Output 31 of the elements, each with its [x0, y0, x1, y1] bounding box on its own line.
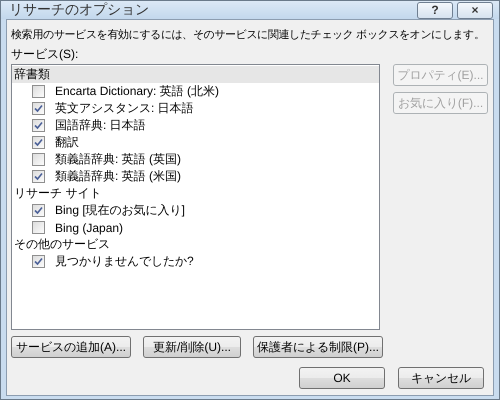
- services-label: サービス(S):: [11, 46, 80, 63]
- checkbox[interactable]: [32, 119, 45, 132]
- service-label: Bing (Japan): [55, 220, 124, 234]
- checkbox[interactable]: [32, 153, 45, 166]
- parental-control-button[interactable]: 保護者による制限(P)...: [253, 336, 383, 358]
- checkbox[interactable]: [32, 255, 45, 268]
- window-title: リサーチのオプション: [9, 1, 149, 19]
- group-header[interactable]: 辞書類: [12, 66, 379, 83]
- cancel-button[interactable]: キャンセル: [398, 367, 484, 389]
- service-label: 類義語辞典: 英語 (米国): [55, 168, 181, 185]
- instruction-text: 検索用のサービスを有効にするには、そのサービスに関連したチェック ボックスをオンにします。: [11, 28, 485, 42]
- service-label: 類義語辞典: 英語 (英国): [55, 151, 181, 168]
- checkbox[interactable]: [32, 204, 45, 217]
- service-label: 見つかりませんでしたか?: [55, 253, 194, 270]
- service-label: 国語辞典: 日本語: [55, 117, 146, 134]
- update-remove-button[interactable]: 更新/削除(U)...: [143, 336, 241, 358]
- service-label: Encarta Dictionary: 英語 (北米): [55, 83, 220, 100]
- add-service-button[interactable]: サービスの追加(A)...: [11, 336, 131, 358]
- checkbox[interactable]: [32, 136, 45, 149]
- service-label: 翻訳: [55, 134, 79, 151]
- ok-button[interactable]: OK: [299, 367, 385, 389]
- checkbox[interactable]: [32, 170, 45, 183]
- close-button[interactable]: ×: [457, 2, 493, 18]
- group-header[interactable]: リサーチ サイト: [12, 185, 379, 202]
- checkbox[interactable]: [32, 221, 45, 234]
- checkbox[interactable]: [32, 102, 45, 115]
- checkbox[interactable]: [32, 85, 45, 98]
- service-label: Bing [現在のお気に入り]: [55, 202, 186, 219]
- service-label: 英文アシスタンス: 日本語: [55, 100, 194, 117]
- group-header[interactable]: その他のサービス: [12, 236, 379, 253]
- help-button[interactable]: ?: [417, 2, 453, 18]
